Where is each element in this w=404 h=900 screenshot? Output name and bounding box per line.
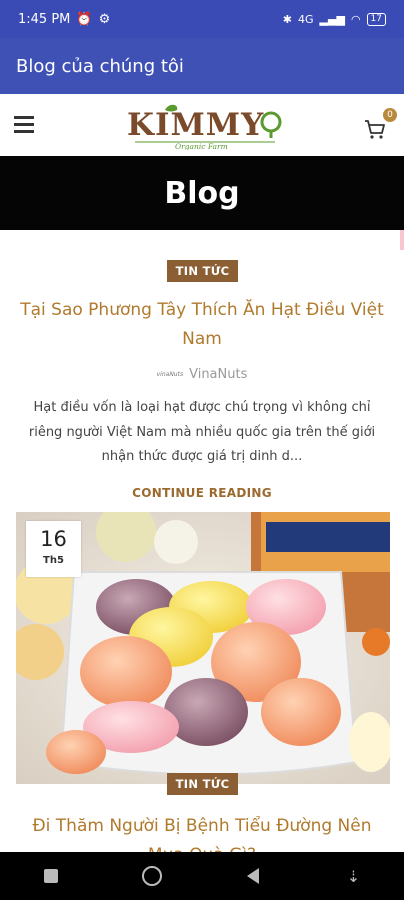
bluetooth-icon: ✱ <box>282 12 293 26</box>
app-bar-title: Blog của chúng tôi <box>16 55 184 77</box>
cart-button[interactable]: 0 <box>363 108 397 140</box>
arrow-down-icon[interactable]: ⇣ <box>339 861 369 891</box>
site-logo[interactable]: KIMMY Organic Farm <box>125 102 285 150</box>
post-date-day: 16 <box>40 527 67 551</box>
author-name[interactable]: VinaNuts <box>189 367 247 382</box>
battery-icon: 17 <box>366 12 386 26</box>
post-category-tag[interactable]: TIN TỨC <box>167 773 238 795</box>
status-bar: 1:45 PM ⏰ ⚙ ✱ 4G ▂▄▆ ◠ 17 <box>0 0 404 38</box>
circle-icon[interactable] <box>137 861 167 891</box>
logo-text: KIMMY <box>127 107 264 143</box>
author-logo: vinaNuts <box>156 371 184 378</box>
status-time: 1:45 PM <box>18 11 71 27</box>
triangle-back-icon[interactable] <box>238 861 268 891</box>
page-title: Blog <box>164 175 240 211</box>
wifi-icon: ◠ <box>350 12 361 26</box>
square-icon[interactable] <box>36 861 66 891</box>
post-category-tag[interactable]: TIN TỨC <box>167 260 238 282</box>
app-bar: Blog của chúng tôi <box>0 38 404 94</box>
post-title[interactable]: Tại Sao Phương Tây Thích Ăn Hạt Điều Việ… <box>14 296 390 354</box>
settings-icon: ⚙ <box>98 11 111 27</box>
battery-level: 17 <box>370 13 382 24</box>
system-nav-bar: ⇣ <box>0 852 404 900</box>
signal-label: 4G <box>298 12 314 26</box>
logo-tagline: Organic Farm <box>175 142 228 150</box>
post-date-month: Th5 <box>43 555 64 566</box>
cart-icon <box>365 120 385 139</box>
post-excerpt: Hạt điều vốn là loại hạt được chú trọng … <box>28 400 376 464</box>
alarm-icon: ⏰ <box>76 11 93 27</box>
hamburger-icon[interactable] <box>14 116 34 134</box>
post-author: vinaNuts VinaNuts <box>0 367 404 382</box>
site-header: KIMMY Organic Farm 0 <box>0 94 404 250</box>
continue-reading-link[interactable]: CONTINUE READING <box>0 486 404 500</box>
cart-count-badge: 0 <box>383 108 397 122</box>
page-hero: Blog <box>0 156 404 230</box>
signal-icon: ▂▄▆ <box>319 12 345 26</box>
post-date-badge: 16 Th5 <box>26 521 81 577</box>
